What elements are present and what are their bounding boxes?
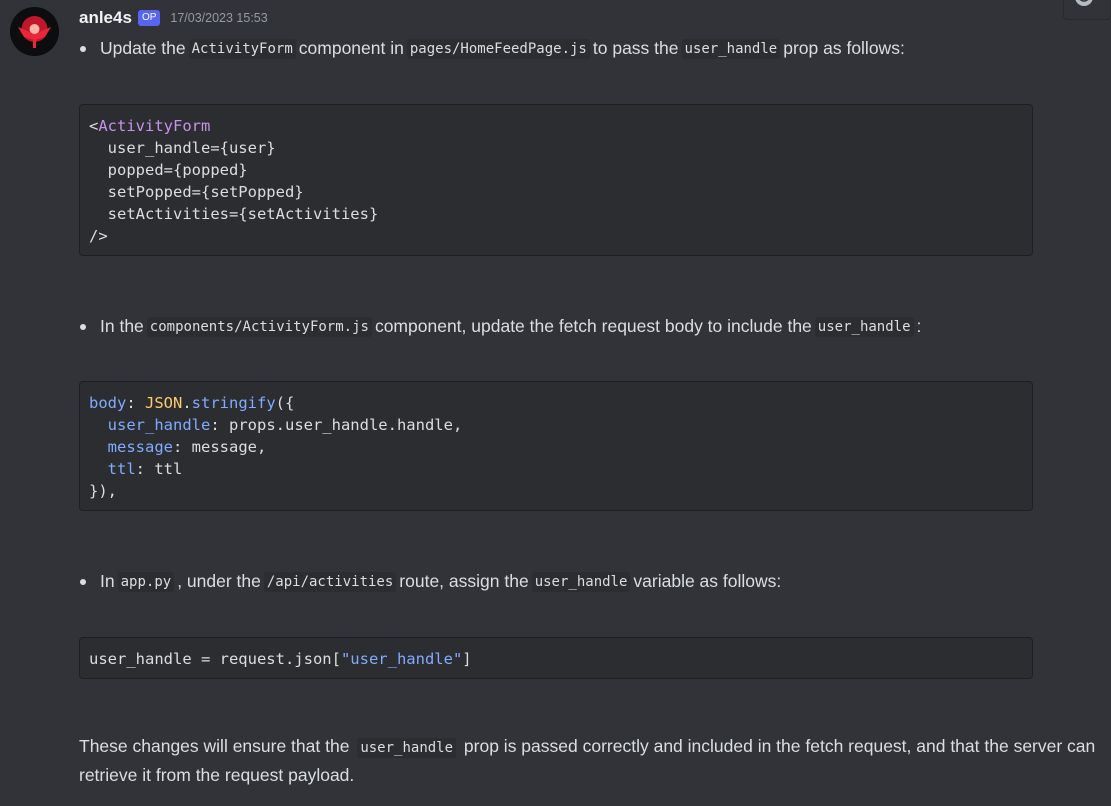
inline-code: components/ActivityForm.js — [146, 316, 372, 337]
timestamp: 17/03/2023 15:53 — [170, 11, 268, 25]
text: : — [916, 316, 922, 336]
text: , under the — [177, 571, 261, 591]
code-token: user_handle = request.json[ — [89, 650, 341, 668]
op-badge: OP — [137, 10, 161, 26]
avatar[interactable] — [10, 7, 59, 56]
code-block[interactable]: user_handle = request.json["user_handle"… — [79, 637, 1033, 679]
inline-code: user_handle — [531, 571, 631, 592]
closing-paragraph: These changes will ensure that the user_… — [79, 733, 1104, 789]
message-header: anle4s OP 17/03/2023 15:53 — [79, 6, 268, 30]
code-token: "user_handle" — [340, 650, 463, 668]
red-bird-avatar-icon — [10, 7, 59, 56]
code-token: body — [89, 394, 127, 412]
text: component, update the fetch request body… — [374, 316, 812, 336]
bullet-dot — [80, 323, 86, 330]
text: route, assign the — [399, 571, 529, 591]
text: In the — [100, 316, 144, 336]
code-token: . — [182, 394, 192, 412]
list-item: Update the ActivityForm component in pag… — [79, 38, 905, 59]
text: prop as follows: — [783, 38, 905, 58]
inline-code: pages/HomeFeedPage.js — [406, 38, 590, 59]
inline-code: user_handle — [681, 38, 781, 59]
code-token: stringify — [191, 394, 276, 412]
code-token: ActivityForm — [98, 117, 211, 135]
code-block[interactable]: <ActivityForm user_handle={user} popped=… — [79, 104, 1033, 256]
code-token: message — [107, 438, 173, 456]
code-block[interactable]: body: JSON.stringify({ user_handle: prop… — [79, 381, 1033, 511]
text: component in — [298, 38, 404, 58]
inline-code: /api/activities — [263, 571, 397, 592]
smiley-icon — [1075, 0, 1093, 6]
add-reaction-button[interactable] — [1063, 0, 1111, 20]
text: to pass the — [592, 38, 679, 58]
inline-code: ActivityForm — [188, 38, 296, 59]
code-token: ({ — [275, 394, 295, 412]
code-token: ttl — [107, 460, 136, 478]
code-token: ] — [462, 650, 472, 668]
code-token: < — [89, 117, 99, 135]
code-line: /> — [89, 227, 108, 245]
list-item: In app.py, under the /api/activities rou… — [79, 571, 781, 592]
list-item: In the components/ActivityForm.js compon… — [79, 316, 921, 337]
code-token: : ttl — [135, 460, 183, 478]
code-token: }), — [89, 482, 117, 500]
text: These changes will ensure that the — [79, 736, 350, 756]
code-line: user_handle={user} — [89, 139, 276, 157]
text: In — [100, 571, 115, 591]
bullet-dot — [80, 578, 86, 585]
text: variable as follows: — [633, 571, 782, 591]
chat-message: anle4s OP 17/03/2023 15:53 Update the Ac… — [0, 0, 1111, 806]
code-token: : — [126, 394, 145, 412]
code-line: popped={popped} — [89, 161, 248, 179]
code-token: JSON — [145, 394, 183, 412]
username[interactable]: anle4s — [79, 8, 132, 28]
inline-code: user_handle — [814, 316, 914, 337]
text: Update the — [100, 38, 186, 58]
inline-code: app.py — [117, 571, 175, 592]
code-token: : message, — [173, 438, 267, 456]
code-token: user_handle — [107, 416, 211, 434]
code-line: setPopped={setPopped} — [89, 183, 304, 201]
bullet-dot — [80, 45, 86, 52]
inline-code: user_handle — [357, 738, 457, 758]
code-line: setActivities={setActivities} — [89, 205, 379, 223]
code-token: : props.user_handle.handle, — [210, 416, 463, 434]
